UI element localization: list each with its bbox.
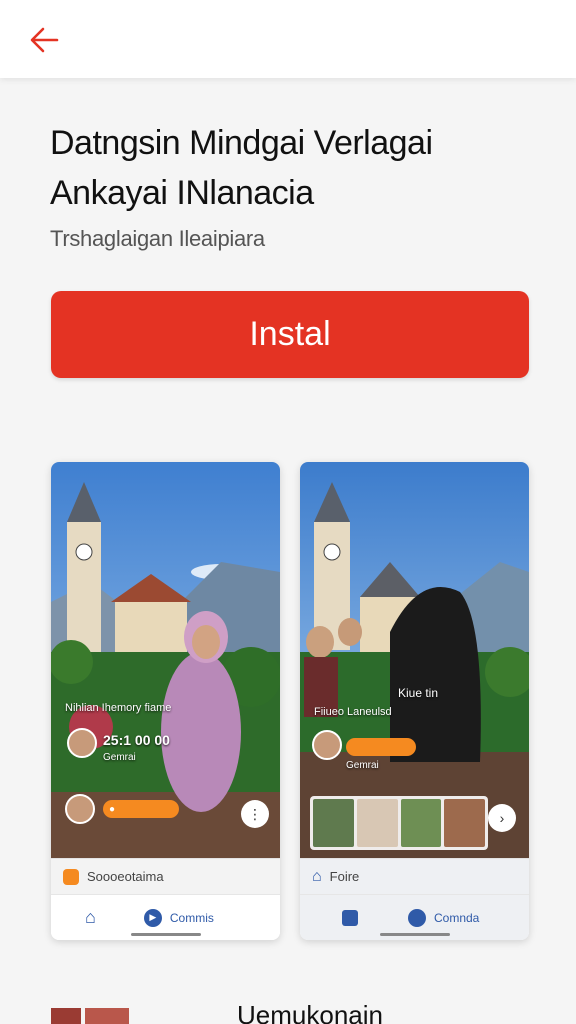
- avatar[interactable]: [67, 728, 97, 758]
- thumbnail-strip[interactable]: [310, 796, 488, 850]
- install-button[interactable]: Instal: [51, 291, 529, 378]
- app-badge-icon: [63, 868, 79, 885]
- home-indicator: [380, 933, 450, 936]
- bottom-label: Uemukonain: [237, 1000, 383, 1024]
- action-pill[interactable]: ●: [103, 800, 179, 818]
- nav-label[interactable]: Commis: [170, 911, 214, 925]
- camera-icon: ●: [109, 803, 116, 815]
- top-app-bar: [0, 0, 576, 78]
- calendar-icon[interactable]: [342, 909, 358, 926]
- overlay-title: Nihlian Ihemory fiame: [65, 702, 172, 714]
- back-button[interactable]: [26, 22, 62, 58]
- stat-text: 25:1 00 00: [103, 732, 170, 748]
- thumbnail[interactable]: [400, 799, 442, 847]
- screenshot-card-2[interactable]: Kiue tin Fiiueo Laneulsd Gemrai › ⌂ Foir…: [300, 462, 529, 940]
- overlay-side: Kiue tin: [398, 686, 439, 700]
- app-search-bar[interactable]: Soooeotaima: [51, 858, 280, 894]
- home-icon: ⌂: [312, 867, 322, 885]
- thumbnail[interactable]: [444, 799, 485, 847]
- overlay-title: Fiiueo Laneulsd: [314, 706, 392, 718]
- bottom-partial-row: Uemukonain: [51, 998, 531, 1024]
- app-title: Datngsin Mindgai Verlagai Ankayai INlana…: [50, 124, 433, 212]
- nav-label[interactable]: Comnda: [434, 911, 479, 925]
- arrow-left-icon: [30, 27, 59, 53]
- play-icon[interactable]: ▶: [143, 908, 162, 927]
- avatar[interactable]: [312, 730, 342, 760]
- app-subtitle: Trshaglaigan Ileaipiara: [50, 226, 265, 251]
- screenshot-card-1[interactable]: Nihlian Ihemory fiame 25:1 00 00 Gemrai …: [51, 462, 280, 940]
- thumbnail[interactable]: [313, 799, 354, 847]
- search-label: Soooeotaima: [87, 869, 164, 884]
- home-indicator: [131, 933, 201, 936]
- user-text: Gemrai: [103, 752, 136, 763]
- user-icon[interactable]: [408, 908, 426, 927]
- thumbnail[interactable]: [356, 799, 398, 847]
- avatar[interactable]: [65, 794, 95, 824]
- chevron-right-icon[interactable]: ›: [488, 804, 516, 832]
- more-icon[interactable]: ⋮: [241, 800, 269, 828]
- user-text: Gemrai: [346, 760, 379, 771]
- app-search-bar[interactable]: ⌂ Foire: [300, 858, 529, 894]
- brand-logo-icon: [51, 1008, 129, 1024]
- action-pill[interactable]: [346, 738, 416, 756]
- home-icon[interactable]: ⌂: [85, 907, 96, 928]
- search-label: Foire: [329, 869, 360, 884]
